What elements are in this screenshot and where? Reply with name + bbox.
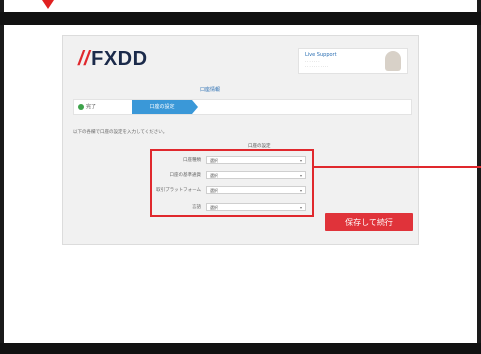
progress-steps: 完了 口座の設定 [73, 99, 412, 115]
section-title: 口座情報 [200, 87, 221, 93]
logo-mark: // [78, 48, 91, 70]
support-agent-avatar [385, 51, 401, 71]
live-support-title: Live Support [305, 52, 337, 58]
step-current-label: 口座の設定 [149, 104, 175, 110]
support-line-2: · · · · · · · · · · · [305, 65, 329, 69]
pointer-arrow-icon [42, 0, 54, 9]
callout-line [314, 166, 481, 168]
live-support-details: · · · · · · · · · · · · · · · · · · [305, 60, 328, 70]
step-completed-label: 完了 [86, 104, 97, 110]
window-bottom-bar [0, 343, 481, 354]
step-current: 口座の設定 [132, 100, 192, 114]
fxdd-logo: //FXDD [78, 48, 148, 71]
check-circle-icon [78, 104, 84, 110]
form-highlight-box [150, 149, 314, 217]
instruction-text: 以下の各欄で口座の設定を入力してください。 [73, 130, 168, 135]
step-completed: 完了 [74, 100, 132, 114]
logo-text: FXDD [91, 48, 148, 70]
window-top-bar [0, 12, 481, 25]
step-arrow-tip [192, 100, 198, 114]
live-support-box[interactable]: Live Support · · · · · · · · · · · · · ·… [298, 48, 408, 74]
save-and-continue-button[interactable]: 保存して続行 [325, 213, 413, 231]
